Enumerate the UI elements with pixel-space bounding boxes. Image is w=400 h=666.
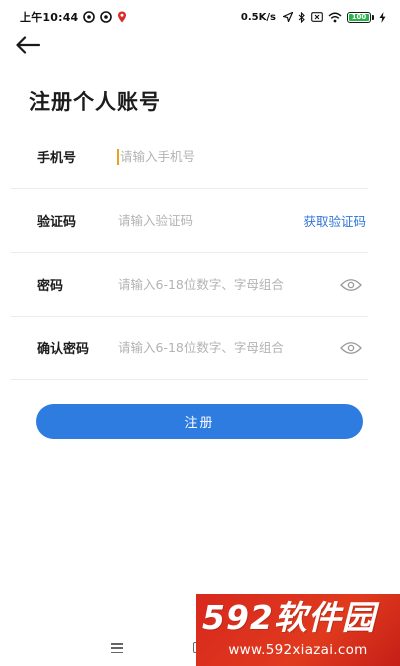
status-left: 上午10:44 [20, 9, 127, 25]
status-right: 0.5K/s 100 [240, 11, 386, 23]
send-icon [283, 12, 293, 22]
confirm-password-row: 确认密码 [11, 316, 368, 380]
watermark: 592软件园 www.592xiazai.com [196, 594, 400, 666]
back-button[interactable] [12, 34, 44, 60]
phone-label: 手机号 [37, 151, 77, 166]
code-input[interactable] [118, 205, 304, 236]
charging-icon [379, 11, 386, 23]
phone-row: 手机号 [11, 125, 368, 189]
menu-icon[interactable] [111, 643, 123, 653]
watermark-logo: 592软件园 [202, 598, 376, 637]
confirm-password-input[interactable] [118, 332, 338, 363]
confirm-password-label: 确认密码 [37, 342, 90, 357]
bluetooth-icon [298, 11, 306, 23]
password-row: 密码 [11, 253, 368, 317]
code-row: 验证码 获取验证码 [11, 189, 368, 253]
get-code-button[interactable]: 获取验证码 [303, 211, 368, 230]
battery-icon: 100 [347, 11, 374, 23]
password-input[interactable] [118, 269, 338, 300]
battery-fill: 100 [349, 13, 369, 21]
watermark-url: www.592xiazai.com [228, 642, 368, 658]
page-title: 注册个人账号 [29, 90, 161, 114]
eye-icon[interactable] [338, 275, 364, 295]
phone-input[interactable] [117, 148, 368, 165]
at-icon [100, 11, 113, 23]
network-speed: 0.5K/s [240, 11, 276, 23]
status-bar: 上午10:44 0.5K/s 100 [0, 0, 400, 34]
password-label: 密码 [37, 279, 64, 294]
battery-body: 100 [347, 11, 371, 23]
arrow-left-icon [15, 36, 41, 58]
sim-off-icon [311, 12, 323, 22]
code-label: 验证码 [37, 215, 77, 230]
location-pin-icon [117, 11, 127, 23]
battery-cap [372, 14, 374, 20]
wifi-icon [328, 12, 342, 23]
status-time: 上午10:44 [20, 11, 79, 24]
at-icon [83, 11, 96, 23]
eye-icon[interactable] [338, 338, 364, 358]
register-button[interactable]: 注册 [36, 404, 363, 439]
